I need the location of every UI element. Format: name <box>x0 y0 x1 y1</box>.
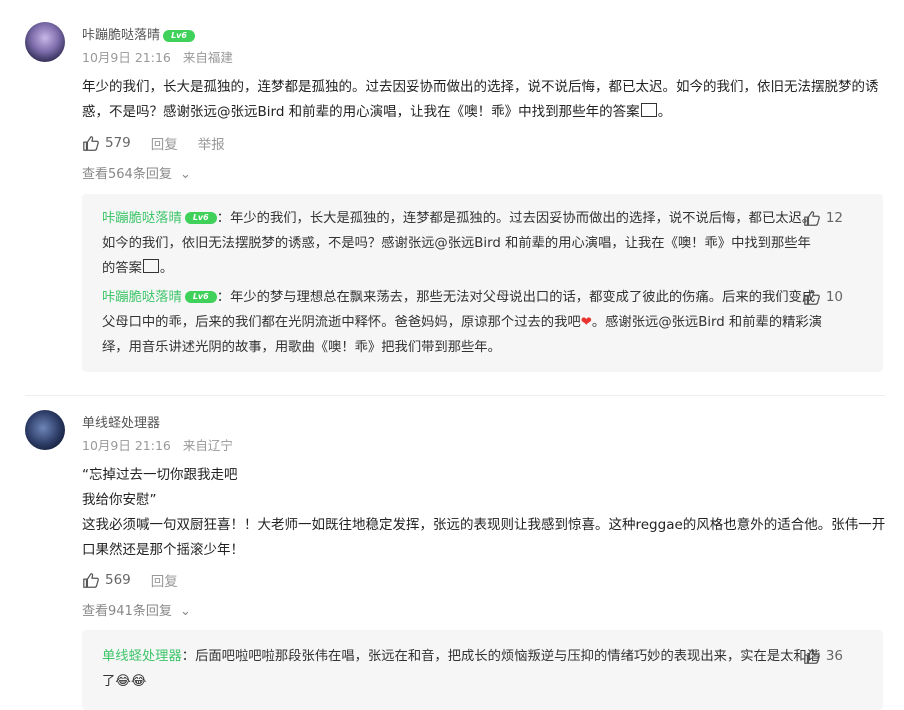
comment-text: 年少的我们，长大是孤独的，连梦都是孤独的。过去因妥协而做出的选择，说不说后悔，都… <box>82 79 879 120</box>
view-replies-text: 查看564条回复 <box>82 167 172 182</box>
comment-date: 10月9日 21:16 <box>82 438 171 453</box>
view-replies-link[interactable]: 查看564条回复 ⌄ <box>82 163 191 182</box>
thumbs-up-icon <box>83 573 99 588</box>
like-count: 579 <box>105 135 131 151</box>
reply-item: 单线蛏处理器：后面吧啦吧啦那段张伟在唱，张远在和音，把成长的烦恼叛逆与压抑的情绪… <box>102 649 821 689</box>
reply-item: 咔蹦脆哒落晴 Lv6 ：年少的梦与理想总在飘来荡去，那些无法对父母说出口的话，都变成… <box>102 290 823 355</box>
comment-actions: 569 回复 <box>82 570 198 590</box>
lyric-line-1: “忘掉过去一切你跟我走吧 <box>82 467 238 483</box>
box-glyph <box>640 103 657 117</box>
comment-meta: 10月9日 21:16 来自辽宁 <box>82 435 241 454</box>
divider <box>25 395 885 396</box>
like-button[interactable]: 569 <box>82 571 131 589</box>
thumbs-up-icon <box>803 649 820 664</box>
view-replies-text: 查看941条回复 <box>82 604 172 619</box>
avatar[interactable] <box>25 22 65 62</box>
reply-like-count: 12 <box>825 210 843 226</box>
comment-text-content: 这我必须喊一句双厨狂喜！！大老师一如既往地稳定发挥，张远的表现则让我感到惊喜。这… <box>82 517 886 558</box>
chevron-down-icon: ⌄ <box>179 167 191 182</box>
reply-like-button[interactable]: 12 <box>803 209 843 227</box>
comment-text-content: 年少的我们，长大是孤独的，连梦都是孤独的。过去因妥协而做出的选择，说不说后悔，都… <box>82 79 879 120</box>
comment-location: 来自福建 <box>182 50 233 65</box>
level-badge: Lv6 <box>184 212 217 224</box>
comment-location: 来自辽宁 <box>182 438 233 453</box>
report-button[interactable]: 举报 <box>198 133 225 153</box>
reply-like-count: 10 <box>825 289 843 305</box>
comment-date: 10月9日 21:16 <box>82 50 171 65</box>
replies-panel: 单线蛏处理器：后面吧啦吧啦那段张伟在唱，张远在和音，把成长的烦恼叛逆与压抑的情绪… <box>82 630 883 710</box>
level-badge: Lv6 <box>163 29 196 42</box>
thumbs-up-icon <box>803 211 820 226</box>
view-replies-link[interactable]: 查看941条回复 ⌄ <box>82 600 191 619</box>
reply-like-button[interactable]: 10 <box>803 288 843 306</box>
like-button[interactable]: 579 <box>82 134 131 152</box>
heart-icon: ❤ <box>580 315 592 330</box>
level-badge: Lv6 <box>184 291 217 303</box>
like-count: 569 <box>105 572 131 588</box>
reply-button[interactable]: 回复 <box>151 570 178 590</box>
comment-actions: 579 回复 举报 <box>82 133 245 153</box>
reply-like-count: 36 <box>825 648 843 664</box>
avatar[interactable] <box>25 410 65 450</box>
reply-text: 后面吧啦吧啦那段张伟在唱，张远在和音，把成长的烦恼叛逆与压抑的情绪巧妙的表现出来… <box>102 649 821 689</box>
thumbs-up-icon <box>803 290 820 305</box>
comment-text: “忘掉过去一切你跟我走吧 我给你安慰” 这我必须喊一句双厨狂喜！！大老师一如既往地稳… <box>82 463 888 563</box>
reply-button[interactable]: 回复 <box>151 133 178 153</box>
username-text[interactable]: 咔蹦脆哒落晴 <box>82 28 160 43</box>
box-glyph <box>142 259 159 273</box>
reply-username[interactable]: 咔蹦脆哒落晴 <box>102 290 182 305</box>
reply-username[interactable]: 咔蹦脆哒落晴 <box>102 211 182 226</box>
lyric-line-2: 我给你安慰” <box>82 492 157 508</box>
comment-username[interactable]: 咔蹦脆哒落晴 Lv6 <box>82 24 196 43</box>
reply-username[interactable]: 单线蛏处理器 <box>102 649 182 664</box>
reply-item: 咔蹦脆哒落晴 Lv6 ：年少的我们，长大是孤独的，连梦都是孤独的。过去因妥协而做出的… <box>102 211 816 276</box>
comment-username[interactable]: 单线蛏处理器 <box>82 412 160 431</box>
chevron-down-icon: ⌄ <box>179 604 191 619</box>
comment-meta: 10月9日 21:16 来自福建 <box>82 47 241 66</box>
thumbs-up-icon <box>83 136 99 151</box>
username-text[interactable]: 单线蛏处理器 <box>82 416 160 431</box>
reply-like-button[interactable]: 36 <box>803 647 843 665</box>
replies-panel: 咔蹦脆哒落晴 Lv6 ：年少的我们，长大是孤独的，连梦都是孤独的。过去因妥协而做出的… <box>82 194 883 372</box>
